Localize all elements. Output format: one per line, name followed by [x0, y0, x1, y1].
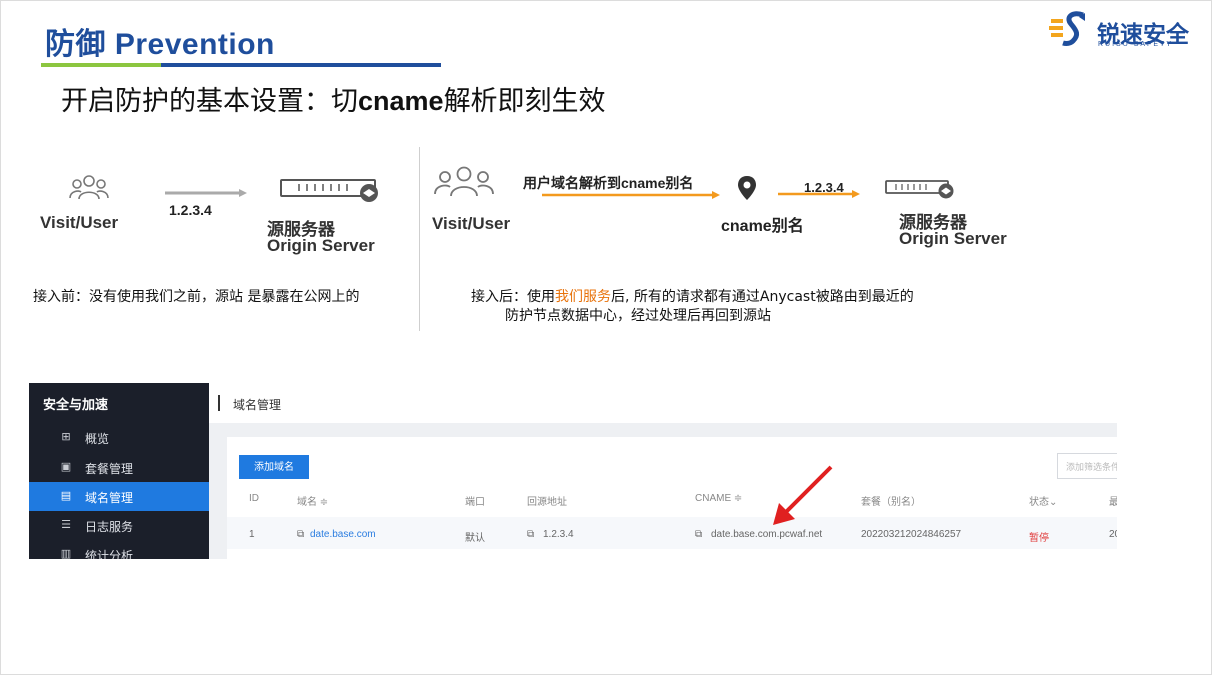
- col-header-origin: 回源地址: [527, 497, 567, 508]
- filter-input[interactable]: 添加筛选条件: [1057, 453, 1117, 479]
- cell-domain-link[interactable]: date.base.com: [310, 529, 376, 540]
- before-description: 接入前：没有使用我们之前，源站 是暴露在公网上的: [33, 289, 360, 305]
- title-underline-green: [41, 63, 161, 67]
- copy-icon[interactable]: ⧉: [297, 529, 304, 540]
- slide-subtitle: 开启防护的基本设置：切cname解析即刻生效: [61, 79, 606, 118]
- cell-port: 默认: [465, 533, 485, 544]
- title-underline-blue: [161, 63, 441, 67]
- slide-title: 防御 Prevention: [45, 28, 275, 61]
- page-title: 域名管理: [233, 398, 282, 412]
- after-desc-pre: 接入后：使用: [471, 289, 555, 305]
- after-desc-post: 后, 所有的请求都有通过Anycast被路由到最近的: [611, 289, 914, 305]
- before-user-label: Visit/User: [40, 213, 119, 232]
- cell-id: 1: [249, 529, 255, 540]
- sidebar-item-package[interactable]: ▣ 套餐管理: [29, 453, 209, 482]
- package-icon: ▣: [60, 461, 72, 473]
- chart-icon: ▥: [60, 548, 72, 559]
- resolve-arrow: [542, 191, 720, 199]
- sidebar-item-label: 套餐管理: [85, 462, 134, 476]
- cell-status: 暂停: [1029, 533, 1049, 544]
- slide: 防御 Prevention 锐速安全 RUISU SAFETY 开启防护的基本设…: [0, 0, 1212, 675]
- col-header-plan: 套餐（别名）: [861, 497, 921, 508]
- after-server-en: Origin Server: [899, 229, 1007, 248]
- cell-cname: date.base.com.pcwaf.net: [711, 529, 823, 540]
- ruisu-logo-icon: [1049, 11, 1085, 46]
- add-domain-button[interactable]: 添加域名: [239, 455, 309, 479]
- before-arrow: [165, 189, 247, 197]
- subtitle-suffix: 解析即刻生效: [443, 86, 606, 117]
- cell-plan: 202203212024846257: [861, 529, 962, 540]
- domain-panel: 添加域名 添加筛选条件 ID 域名 ≑ 端口 回源地址 CNAME ≑ 套餐（别…: [227, 437, 1117, 559]
- domain-icon: ▤: [60, 490, 72, 502]
- sidebar-title: 安全与加速: [43, 397, 109, 412]
- server-icon-after: [885, 180, 954, 199]
- sidebar-item-logs[interactable]: ☰ 日志服务: [29, 511, 209, 540]
- after-user-label: Visit/User: [432, 214, 511, 233]
- sidebar-item-stats[interactable]: ▥ 统计分析: [29, 540, 209, 559]
- console-screenshot: 安全与加速 ⊞ 概览 ▣ 套餐管理 ▤ 域名管理 ☰ 日志服务 ▥ 统计分析 域…: [29, 383, 1117, 559]
- section-divider: [419, 147, 420, 331]
- sidebar-item-label: 域名管理: [85, 491, 134, 505]
- sidebar-item-label: 概览: [85, 432, 110, 446]
- users-icon: [69, 175, 109, 200]
- after-description-line1: 接入后：使用我们服务后, 所有的请求都有通过Anycast被路由到最近的: [471, 286, 914, 306]
- users-icon-after: [434, 166, 494, 197]
- after-arrow: [778, 190, 860, 198]
- console-topbar: 域名管理: [209, 383, 1117, 423]
- red-arrow-annotation: [773, 465, 833, 525]
- grid-icon: ⊞: [61, 431, 71, 443]
- after-desc-highlight: 我们服务: [555, 289, 611, 305]
- logo-text-en: RUISU SAFETY: [1098, 41, 1173, 48]
- cname-label: cname别名: [721, 218, 804, 235]
- cell-last: 20: [1109, 529, 1117, 540]
- before-ip-label: 1.2.3.4: [169, 202, 212, 218]
- after-description-line2: 防护节点数据中心，经过处理后再回到源站: [505, 308, 771, 324]
- list-icon: ☰: [61, 519, 71, 531]
- copy-icon[interactable]: ⧉: [695, 529, 702, 540]
- console-sidebar: 安全与加速 ⊞ 概览 ▣ 套餐管理 ▤ 域名管理 ☰ 日志服务 ▥ 统计分析: [29, 383, 209, 559]
- col-header-cname[interactable]: CNAME ≑: [695, 493, 742, 504]
- topbar-marker: [218, 395, 220, 411]
- col-header-domain[interactable]: 域名 ≑: [297, 493, 328, 508]
- sidebar-item-label: 日志服务: [85, 520, 134, 534]
- sidebar-item-overview[interactable]: ⊞ 概览: [29, 423, 209, 452]
- col-header-port: 端口: [465, 497, 485, 508]
- col-header-status[interactable]: 状态⌄: [1029, 493, 1057, 508]
- sidebar-item-label: 统计分析: [85, 549, 134, 559]
- before-server-en: Origin Server: [267, 236, 375, 255]
- col-header-id: ID: [249, 493, 259, 504]
- server-icon: [280, 179, 378, 202]
- cell-origin: 1.2.3.4: [543, 529, 574, 540]
- subtitle-prefix: 开启防护的基本设置：切: [61, 86, 358, 117]
- copy-icon[interactable]: ⧉: [527, 529, 534, 540]
- sidebar-item-domain[interactable]: ▤ 域名管理: [29, 482, 209, 511]
- col-header-last: 最: [1109, 497, 1117, 508]
- subtitle-bold: cname: [358, 86, 444, 116]
- location-pin-icon: [738, 176, 756, 200]
